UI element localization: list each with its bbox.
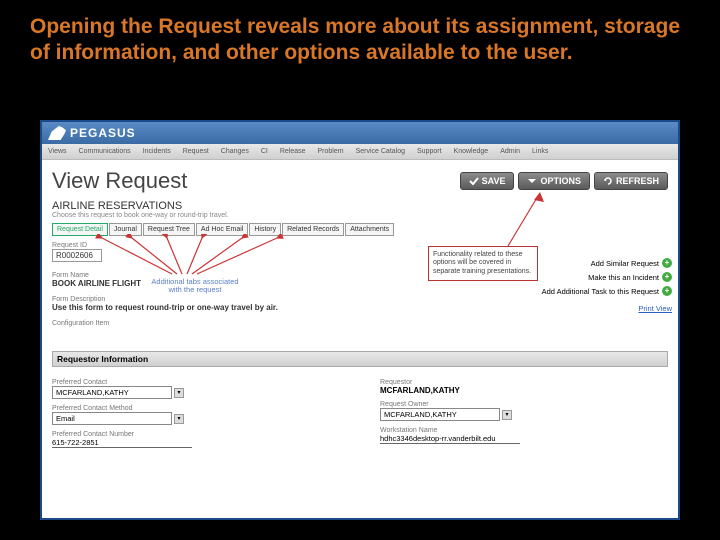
requestor-value: MCFARLAND,KATHY	[380, 386, 668, 395]
page-title: View Request	[52, 168, 187, 194]
chevron-down-icon	[527, 176, 537, 186]
refresh-icon	[603, 176, 613, 186]
callout-arrow	[458, 190, 558, 250]
pref-method-select[interactable]: Email	[52, 412, 172, 425]
side-actions: Add Similar Request+ Make this an Incide…	[542, 258, 672, 317]
nav-views[interactable]: Views	[48, 148, 67, 155]
tab-attachments[interactable]: Attachments	[345, 223, 394, 236]
pegasus-icon	[48, 126, 66, 140]
wks-label: Workstation Name	[380, 427, 668, 434]
tab-related-records[interactable]: Related Records	[282, 223, 344, 236]
lookup-icon[interactable]: ▾	[174, 388, 184, 398]
nav-problem[interactable]: Problem	[318, 148, 344, 155]
check-icon	[469, 176, 479, 186]
request-id-value: R0002606	[52, 249, 102, 262]
options-callout: Functionality related to these options w…	[428, 246, 538, 281]
nav-release[interactable]: Release	[280, 148, 306, 155]
nav-knowledge[interactable]: Knowledge	[454, 148, 489, 155]
tab-journal[interactable]: Journal	[109, 223, 142, 236]
pref-num-label: Preferred Contact Number	[52, 431, 340, 438]
tab-request-tree[interactable]: Request Tree	[143, 223, 195, 236]
tab-adhoc-email[interactable]: Ad Hoc Email	[196, 223, 248, 236]
nav-service-catalog[interactable]: Service Catalog	[356, 148, 405, 155]
nav-incidents[interactable]: Incidents	[143, 148, 171, 155]
plus-icon: +	[662, 286, 672, 296]
refresh-button[interactable]: REFRESH	[594, 172, 668, 190]
make-incident[interactable]: Make this an Incident+	[542, 272, 672, 282]
requestor-info-header: Requestor Information	[52, 351, 668, 367]
owner-label: Request Owner	[380, 401, 668, 408]
requestor-label: Requestor	[380, 379, 668, 386]
logo-bar: PEGASUS	[42, 122, 678, 144]
print-view-link[interactable]: Print View	[638, 304, 672, 313]
nav-bar: Views Communications Incidents Request C…	[42, 144, 678, 160]
app-window: PEGASUS Views Communications Incidents R…	[40, 120, 680, 520]
tab-request-detail[interactable]: Request Detail	[52, 223, 108, 236]
nav-communications[interactable]: Communications	[79, 148, 131, 155]
slide-title: Opening the Request reveals more about i…	[0, 0, 720, 75]
nav-changes[interactable]: Changes	[221, 148, 249, 155]
lookup-icon[interactable]: ▾	[502, 410, 512, 420]
pref-num-value: 615-722-2851	[52, 438, 192, 448]
add-similar-request[interactable]: Add Similar Request+	[542, 258, 672, 268]
config-item-label: Configuration Item	[52, 320, 668, 327]
logo-text: PEGASUS	[70, 126, 136, 140]
save-button[interactable]: SAVE	[460, 172, 515, 190]
dropdown-icon[interactable]: ▾	[174, 414, 184, 424]
nav-links[interactable]: Links	[532, 148, 548, 155]
wks-value: hdhc3346desktop-rr.vanderbilt.edu	[380, 434, 520, 444]
nav-support[interactable]: Support	[417, 148, 442, 155]
request-id-label: Request ID	[52, 242, 668, 249]
owner-input[interactable]: MCFARLAND,KATHY	[380, 408, 500, 421]
pref-contact-label: Preferred Contact	[52, 379, 340, 386]
section-sub: Choose this request to book one-way or r…	[52, 212, 668, 219]
pref-contact-input[interactable]: MCFARLAND,KATHY	[52, 386, 172, 399]
tab-history[interactable]: History	[249, 223, 281, 236]
add-task[interactable]: Add Additional Task to this Request+	[542, 286, 672, 296]
nav-request[interactable]: Request	[183, 148, 209, 155]
nav-admin[interactable]: Admin	[500, 148, 520, 155]
plus-icon: +	[662, 272, 672, 282]
options-button[interactable]: OPTIONS	[518, 172, 590, 190]
nav-ci[interactable]: CI	[261, 148, 268, 155]
section-title: AIRLINE RESERVATIONS	[52, 200, 668, 212]
plus-icon: +	[662, 258, 672, 268]
pref-method-label: Preferred Contact Method	[52, 405, 340, 412]
tabs: Request Detail Journal Request Tree Ad H…	[52, 223, 668, 236]
